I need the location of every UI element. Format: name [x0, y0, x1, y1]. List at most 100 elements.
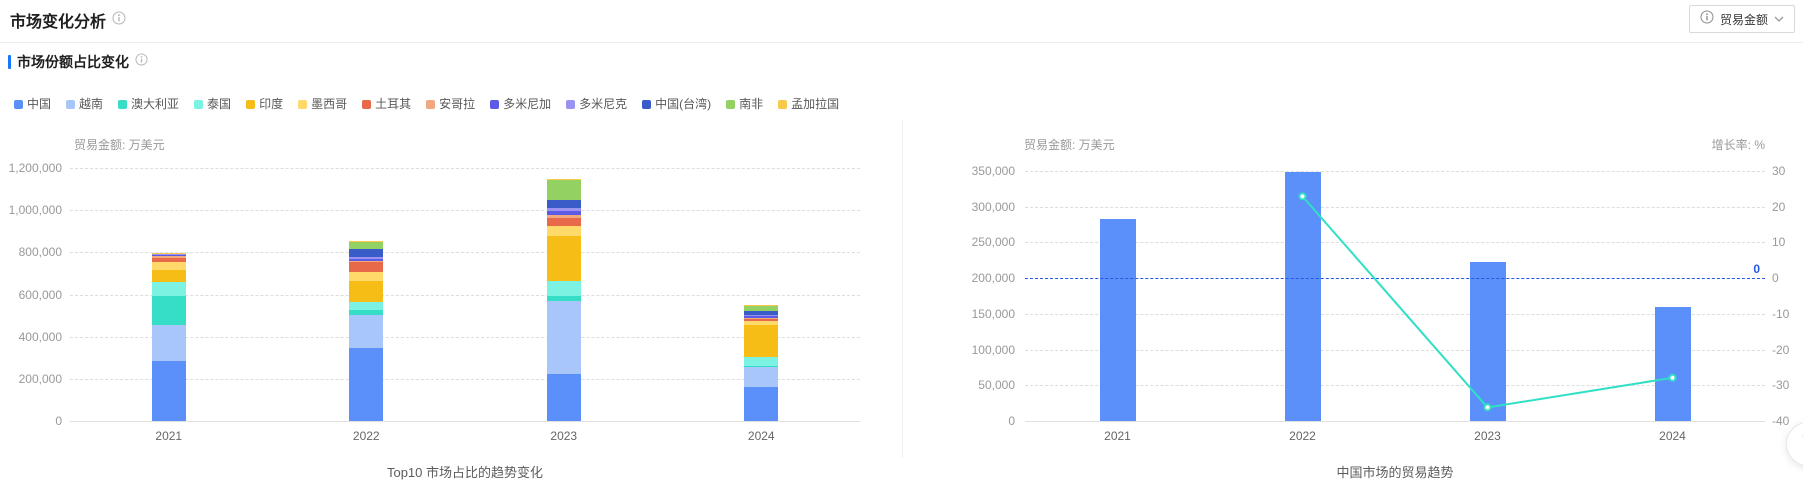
bar-segment[interactable] [744, 357, 779, 366]
bar-segment[interactable] [744, 325, 779, 358]
bar-segment[interactable] [349, 281, 384, 302]
bar-segment[interactable] [349, 348, 384, 421]
section-header: 市场份额占比变化 [8, 52, 148, 72]
x-axis-tick-label: 2021 [155, 429, 183, 443]
section-accent-bar [8, 55, 11, 69]
bar-segment[interactable] [349, 241, 384, 249]
legend-item[interactable]: 孟加拉国 [778, 98, 839, 110]
bar-segment[interactable] [151, 254, 186, 255]
line-marker[interactable] [1298, 192, 1307, 201]
bar-segment[interactable] [744, 367, 779, 388]
bar-segment[interactable] [151, 270, 186, 283]
legend-item[interactable]: 澳大利亚 [118, 98, 179, 110]
bar-segment[interactable] [349, 314, 384, 349]
back-to-top-button[interactable] [1786, 422, 1803, 466]
legend-item[interactable]: 越南 [66, 98, 103, 110]
bar-segment[interactable] [546, 281, 581, 297]
bar-segment[interactable] [744, 316, 779, 319]
bar-segment[interactable] [546, 301, 581, 375]
legend-item[interactable]: 南非 [726, 98, 763, 110]
bar-segment[interactable] [744, 315, 779, 317]
legend-item[interactable]: 多米尼克 [566, 98, 627, 110]
legend-swatch [566, 99, 576, 109]
growth-rate-line[interactable] [1025, 171, 1765, 431]
bar-segment[interactable] [151, 253, 186, 254]
bar-segment[interactable] [151, 325, 186, 362]
bar-segment[interactable] [349, 248, 384, 257]
bar-segment[interactable] [744, 321, 779, 326]
info-circle-icon[interactable] [135, 53, 148, 71]
legend-label: 中国 [27, 97, 52, 111]
legend-item[interactable]: 中国 [14, 98, 51, 110]
x-axis-tick-label: 2021 [1104, 429, 1131, 443]
bar-segment[interactable] [349, 260, 384, 262]
legend-label: 土耳其 [375, 97, 412, 111]
bar-segment[interactable] [151, 361, 186, 421]
y-axis-tick-label: 0 [55, 414, 62, 428]
bar-segment[interactable] [349, 271, 384, 282]
legend-swatch [66, 99, 76, 109]
chart-panel-divider [902, 120, 903, 458]
bar-segment[interactable] [151, 282, 186, 296]
y-axis-tick-label: 200,000 [18, 371, 62, 386]
legend-label: 泰国 [207, 97, 232, 111]
bar-segment[interactable] [151, 261, 186, 271]
bar-segment[interactable] [546, 296, 581, 302]
legend-label: 墨西哥 [311, 97, 348, 111]
bar-segment[interactable] [744, 319, 779, 322]
bar-segment[interactable] [744, 305, 779, 307]
bar-segment[interactable] [744, 318, 779, 320]
right-chart-right-unit-label: 增长率: % [1711, 138, 1765, 152]
y-axis-right-tick-label: -10 [1772, 306, 1790, 321]
legend-swatch [642, 99, 652, 109]
bar-segment[interactable] [151, 255, 186, 258]
bar-segment[interactable] [744, 387, 779, 421]
bar-segment[interactable] [546, 374, 581, 421]
y-axis-tick-label: 800,000 [18, 245, 62, 260]
bar-segment[interactable] [349, 258, 384, 261]
y-axis-right-tick-label: 30 [1772, 164, 1786, 178]
y-axis-tick-label: 600,000 [18, 287, 62, 302]
bar-segment[interactable] [546, 225, 581, 237]
left-chart-caption: Top10 市场占比的趋势变化 [386, 465, 544, 480]
metric-selector-value: 贸易金额 [1719, 12, 1768, 27]
line-marker[interactable] [1483, 403, 1492, 412]
x-axis-tick-label: 2023 [550, 429, 578, 443]
bar-segment[interactable] [151, 254, 186, 256]
legend-label: 安哥拉 [439, 97, 476, 111]
gridline [70, 252, 860, 254]
legend-item[interactable]: 泰国 [194, 98, 231, 110]
line-marker[interactable] [1668, 373, 1677, 382]
bar-segment[interactable] [546, 200, 581, 208]
bar-segment[interactable] [546, 180, 581, 201]
bar-segment[interactable] [349, 256, 384, 259]
bar-segment[interactable] [546, 207, 581, 211]
bar-segment[interactable] [744, 311, 779, 316]
legend-item[interactable]: 土耳其 [362, 98, 411, 110]
market-change-analysis-panel: 市场变化分析 贸易金额 市场份额占比变化 中国 越南 澳大利亚 泰国 印度 墨西哥 土耳其 安… [0, 0, 1803, 498]
legend-label: 多米尼加 [503, 97, 552, 111]
bar-segment[interactable] [546, 218, 581, 226]
gridline [70, 168, 860, 169]
x-axis-tick-label: 2023 [1474, 429, 1501, 443]
bar-segment[interactable] [744, 365, 779, 368]
section-title: 市场份额占比变化 [17, 54, 129, 70]
bar-segment[interactable] [349, 310, 384, 315]
bar-segment[interactable] [546, 178, 581, 181]
legend-item[interactable]: 安哥拉 [426, 98, 475, 110]
bar-segment[interactable] [744, 306, 779, 312]
legend-item[interactable]: 印度 [246, 98, 283, 110]
bar-segment[interactable] [546, 236, 581, 282]
y-axis-tick-label: 400,000 [18, 329, 62, 344]
legend-item[interactable]: 中国(台湾) [642, 98, 711, 110]
bar-segment[interactable] [349, 301, 384, 311]
legend-item[interactable]: 多米尼加 [490, 98, 551, 110]
bar-segment[interactable] [546, 210, 581, 215]
bar-segment[interactable] [349, 261, 384, 272]
legend-item[interactable]: 墨西哥 [298, 98, 347, 110]
metric-selector-dropdown[interactable]: 贸易金额 [1688, 5, 1795, 33]
info-circle-icon[interactable] [112, 11, 126, 30]
bar-segment[interactable] [546, 215, 581, 219]
bar-segment[interactable] [151, 257, 186, 262]
bar-segment[interactable] [151, 295, 186, 326]
